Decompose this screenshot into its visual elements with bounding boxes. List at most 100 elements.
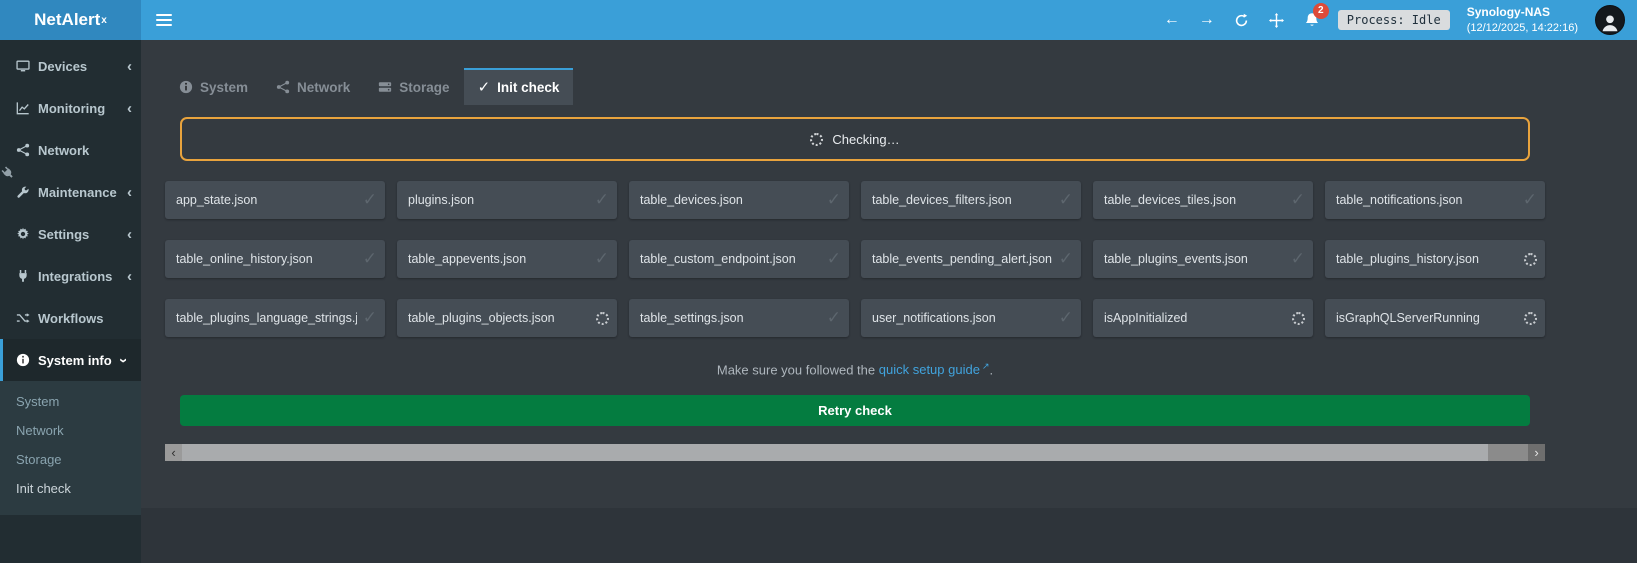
- chevron-left-icon: ‹: [127, 269, 132, 284]
- wrench-icon: [13, 185, 32, 199]
- horizontal-scrollbar[interactable]: ‹ ›: [165, 444, 1545, 461]
- storage-icon: [378, 80, 392, 94]
- sidebar-item-label: Settings: [38, 227, 89, 242]
- sidebar-item-label: Maintenance: [38, 185, 117, 200]
- device-timestamp: (12/12/2025, 14:22:16): [1467, 21, 1578, 35]
- sidebar-subitem-init-check[interactable]: Init check: [0, 474, 141, 503]
- chevron-left-icon: ‹: [127, 185, 132, 200]
- tab-storage[interactable]: Storage: [364, 68, 463, 105]
- sidebar-item-label: Integrations: [38, 269, 112, 284]
- main-content: SystemNetworkStorage✓Init check Checking…: [141, 40, 1637, 563]
- init-check-item-label: table_events_pending_alert.json: [872, 252, 1052, 266]
- init-check-item-label: table_devices_tiles.json: [1104, 193, 1236, 207]
- scrollbar-thumb[interactable]: [182, 444, 1488, 461]
- setup-hint: Make sure you followed the quick setup g…: [165, 361, 1545, 377]
- tab-init-check[interactable]: ✓ Init check: [464, 68, 574, 105]
- process-status-badge: Process: Idle: [1338, 10, 1450, 30]
- init-check-grid: app_state.json✓plugins.json✓table_device…: [165, 181, 1545, 337]
- page-layout: Devices‹Monitoring‹NetworkMaintenance‹Se…: [0, 40, 1637, 563]
- tab-system[interactable]: System: [165, 68, 262, 105]
- init-check-item-label: app_state.json: [176, 193, 257, 207]
- tab-bar: System NetworkStorage ✓ Init check: [165, 68, 1545, 105]
- chevron-down-icon: ‹: [115, 358, 130, 363]
- spinner-icon: [1292, 312, 1305, 325]
- quick-setup-guide-link[interactable]: quick setup guide↗: [879, 362, 990, 377]
- spinner-icon: [1524, 253, 1537, 266]
- init-check-item-label: table_plugins_history.json: [1336, 252, 1479, 266]
- check-icon: ✓: [1059, 308, 1073, 328]
- sidebar-item-monitoring[interactable]: Monitoring‹: [0, 87, 141, 129]
- user-avatar[interactable]: [1595, 5, 1625, 35]
- person-icon: [1599, 12, 1621, 34]
- chevron-left-icon: ‹: [127, 101, 132, 116]
- init-check-item: table_devices_tiles.json ✓: [1093, 181, 1313, 219]
- check-icon: ✓: [827, 190, 841, 210]
- netalertx-app: NetAlertx ← → 2 Process: Idle Synology-N…: [0, 0, 1637, 563]
- init-check-item: table_plugins_history.json: [1325, 240, 1545, 278]
- refresh-icon[interactable]: [1233, 11, 1251, 29]
- move-icon[interactable]: [1268, 11, 1286, 29]
- back-icon[interactable]: ←: [1163, 11, 1181, 29]
- notification-count-badge: 2: [1313, 3, 1329, 19]
- init-check-item: table_plugins_events.json✓: [1093, 240, 1313, 278]
- sidebar-toggle-button[interactable]: [141, 0, 187, 40]
- init-check-item: table_settings.json✓: [629, 299, 849, 337]
- init-check-item-label: table_custom_endpoint.json: [640, 252, 796, 266]
- init-check-item-label: user_notifications.json: [872, 311, 996, 325]
- init-check-item-label: table_online_history.json: [176, 252, 313, 266]
- network-icon: [13, 143, 32, 157]
- tab-label: Init check: [497, 80, 559, 95]
- init-check-item-label: table_notifications.json: [1336, 193, 1462, 207]
- sidebar-item-integrations[interactable]: Integrations ‹: [0, 255, 141, 297]
- sidebar-subitem-label: Network: [16, 423, 64, 438]
- sidebar-subitem-storage[interactable]: Storage: [0, 445, 141, 474]
- sidebar-item-settings[interactable]: Settings ‹: [0, 213, 141, 255]
- scroll-right-button[interactable]: ›: [1528, 444, 1545, 461]
- tab-label: System: [200, 80, 248, 95]
- notifications-button[interactable]: 2: [1303, 11, 1321, 29]
- init-check-item: table_devices.json✓: [629, 181, 849, 219]
- forward-icon[interactable]: →: [1198, 11, 1216, 29]
- init-check-item: table_appevents.json✓: [397, 240, 617, 278]
- network-icon: [276, 80, 290, 94]
- sidebar-item-network[interactable]: Network: [0, 129, 141, 171]
- chevron-left-icon: ‹: [127, 59, 132, 74]
- sidebar-subitem-label: Storage: [16, 452, 62, 467]
- footer-area: [141, 508, 1637, 563]
- sidebar-subitem-label: Init check: [16, 481, 71, 496]
- init-check-item-label: table_plugins_objects.json: [408, 311, 555, 325]
- chevron-left-icon: ‹: [127, 227, 132, 242]
- sidebar-item-workflows[interactable]: Workflows: [0, 297, 141, 339]
- spinner-icon: [810, 133, 823, 146]
- scroll-left-button[interactable]: ‹: [165, 444, 182, 461]
- init-check-item-label: table_devices_filters.json: [872, 193, 1012, 207]
- scrollbar-track[interactable]: [182, 444, 1528, 461]
- retry-check-button[interactable]: Retry check: [180, 395, 1530, 426]
- check-icon: ✓: [1291, 249, 1305, 269]
- sidebar-item-devices[interactable]: Devices‹: [0, 45, 141, 87]
- init-check-item: isGraphQLServerRunning: [1325, 299, 1545, 337]
- check-icon: ✓: [595, 190, 609, 210]
- check-icon: ✓: [478, 78, 491, 96]
- init-check-item: table_online_history.json✓: [165, 240, 385, 278]
- tab-network[interactable]: Network: [262, 68, 364, 105]
- check-icon: ✓: [1291, 190, 1305, 210]
- init-check-item-label: plugins.json: [408, 193, 474, 207]
- init-check-item-label: table_settings.json: [640, 311, 744, 325]
- spinner-icon: [596, 312, 609, 325]
- check-icon: ✓: [1523, 190, 1537, 210]
- sidebar-item-system-info[interactable]: System info‹: [0, 339, 141, 381]
- app-logo[interactable]: NetAlertx: [0, 0, 141, 40]
- sidebar: Devices‹Monitoring‹NetworkMaintenance‹Se…: [0, 40, 141, 563]
- init-check-item-label: isAppInitialized: [1104, 311, 1187, 325]
- sidebar-subitem-network[interactable]: Network: [0, 416, 141, 445]
- sidebar-subitem-system[interactable]: System: [0, 387, 141, 416]
- check-icon: ✓: [363, 190, 377, 210]
- init-check-item: plugins.json ✓: [397, 181, 617, 219]
- init-check-item-label: table_plugins_language_strings.json: [176, 311, 357, 325]
- sidebar-item-maintenance[interactable]: Maintenance ‹: [0, 171, 141, 213]
- init-check-item: table_custom_endpoint.json✓: [629, 240, 849, 278]
- check-icon: ✓: [363, 308, 377, 328]
- sidebar-submenu: System Network Storage Init check: [0, 381, 141, 515]
- check-icon: ✓: [595, 249, 609, 269]
